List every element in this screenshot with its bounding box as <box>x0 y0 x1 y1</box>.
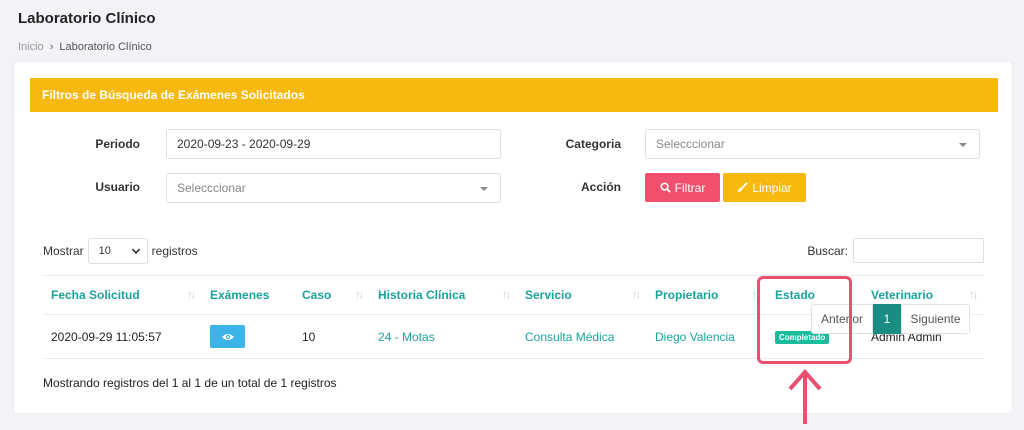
periodo-label: Periodo <box>95 137 140 151</box>
breadcrumb-separator: › <box>49 41 54 53</box>
caret-down-icon <box>480 187 488 191</box>
arrow-up-icon <box>788 368 822 424</box>
next-page-button[interactable]: Siguiente <box>901 304 970 334</box>
sort-icon: ↑↓ <box>632 289 641 301</box>
exams-card: Filtros de Búsqueda de Exámenes Solicita… <box>14 62 1012 413</box>
page-1-button[interactable]: 1 <box>873 304 901 334</box>
col-label: Servicio <box>525 288 572 302</box>
col-historia-clinica[interactable]: Historia Clínica ↑↓ <box>370 275 517 315</box>
table-search: Buscar: <box>807 238 984 263</box>
cell-fecha: 2020-09-29 11:05:57 <box>43 314 202 359</box>
caret-down-icon <box>959 143 967 147</box>
page-title: Laboratorio Clínico <box>18 10 156 27</box>
page-length-control: Mostrar 10 registros <box>43 238 198 264</box>
show-label: Mostrar <box>43 244 84 258</box>
chevron-down-icon <box>131 248 140 255</box>
cell-servicio: Consulta Médica <box>517 314 647 359</box>
accion-label: Acción <box>580 180 621 194</box>
estado-highlight-annotation <box>757 276 852 364</box>
eye-icon <box>221 333 234 340</box>
cell-propietario: Diego Valencia <box>647 314 767 359</box>
col-propietario[interactable]: Propietario ↑↓ <box>647 275 767 315</box>
col-label: Caso <box>302 288 332 302</box>
page-length-select[interactable]: 10 <box>87 238 148 264</box>
propietario-link[interactable]: Diego Valencia <box>655 330 735 344</box>
search-label: Buscar: <box>807 243 848 258</box>
records-label: registros <box>151 244 198 258</box>
col-label: Propietario <box>655 288 719 302</box>
filters-header: Filtros de Búsqueda de Exámenes Solicita… <box>30 78 998 112</box>
brush-icon <box>738 182 749 193</box>
table-info: Mostrando registros del 1 al 1 de un tot… <box>43 376 337 390</box>
col-servicio[interactable]: Servicio ↑↓ <box>517 275 647 315</box>
col-label: Fecha Solicitud <box>51 288 140 302</box>
usuario-select[interactable]: Selecccionar <box>166 173 501 203</box>
page-header: Laboratorio Clínico Inicio › Laboratorio… <box>18 10 156 53</box>
periodo-input[interactable]: 2020-09-23 - 2020-09-29 <box>166 129 501 159</box>
cell-examenes <box>202 314 294 359</box>
categoria-select[interactable]: Selecccionar <box>645 129 980 159</box>
search-input[interactable] <box>853 238 984 263</box>
col-caso[interactable]: Caso ↑↓ <box>294 275 370 315</box>
servicio-link[interactable]: Consulta Médica <box>525 330 614 344</box>
page-length-value: 10 <box>98 245 111 257</box>
sort-icon: ↑↓ <box>187 289 196 301</box>
col-label: Exámenes <box>210 288 270 302</box>
breadcrumb-current: Laboratorio Clínico <box>59 41 152 53</box>
col-fecha-solicitud[interactable]: Fecha Solicitud ↑↓ <box>43 275 202 315</box>
search-icon <box>660 182 671 193</box>
view-exams-button[interactable] <box>210 325 245 348</box>
sort-icon: ↑↓ <box>502 289 511 301</box>
cell-historia: 24 - Motas <box>370 314 517 359</box>
cell-caso: 10 <box>294 314 370 359</box>
usuario-placeholder: Selecccionar <box>177 181 246 195</box>
limpiar-button[interactable]: Limpiar <box>723 173 806 202</box>
historia-link[interactable]: 24 - Motas <box>378 330 435 344</box>
breadcrumb-home[interactable]: Inicio <box>18 41 44 53</box>
col-label: Historia Clínica <box>378 288 466 302</box>
limpiar-label: Limpiar <box>752 180 792 195</box>
col-label: Veterinario <box>871 288 934 302</box>
sort-icon: ↑↓ <box>355 289 364 301</box>
categoria-placeholder: Selecccionar <box>656 137 725 151</box>
categoria-label: Categoria <box>565 137 621 151</box>
col-examenes: Exámenes <box>202 275 294 315</box>
breadcrumb: Inicio › Laboratorio Clínico <box>18 41 156 53</box>
filtrar-button[interactable]: Filtrar <box>645 173 720 202</box>
sort-icon: ↑↓ <box>969 289 978 301</box>
usuario-label: Usuario <box>95 180 140 194</box>
filtrar-label: Filtrar <box>674 180 706 195</box>
